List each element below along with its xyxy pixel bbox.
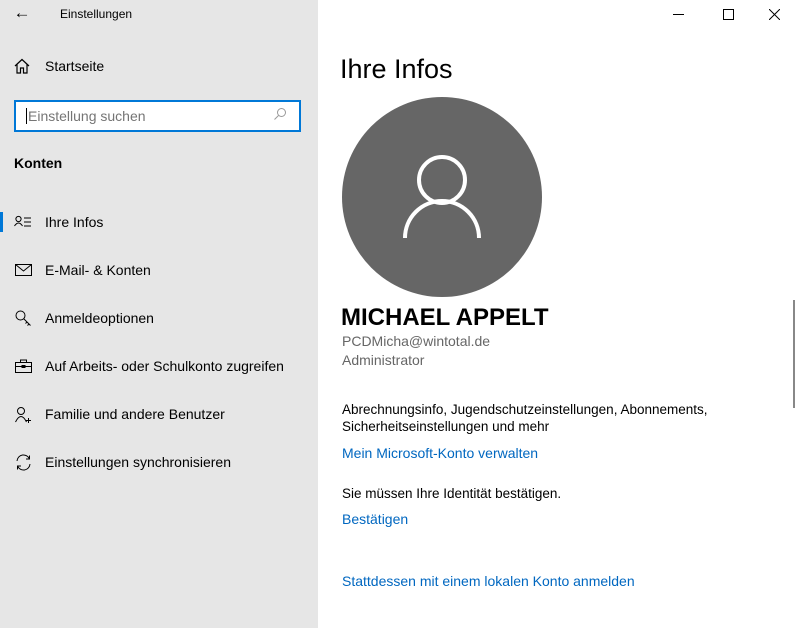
verify-link[interactable]: Bestätigen	[342, 511, 408, 527]
manage-account-link[interactable]: Mein Microsoft-Konto verwalten	[342, 445, 538, 461]
close-icon	[768, 8, 780, 20]
maximize-button[interactable]	[705, 0, 751, 28]
nav-label: Familie und andere Benutzer	[45, 406, 225, 422]
user-email: PCDMicha@wintotal.de	[342, 333, 491, 349]
verify-identity-text: Sie müssen Ihre Identität bestätigen.	[342, 486, 562, 501]
nav-item-email-konten[interactable]: E-Mail- & Konten	[0, 246, 318, 294]
user-name: MICHAEL APPELT	[341, 304, 549, 331]
nav-item-anmeldeoptionen[interactable]: Anmeldeoptionen	[0, 294, 318, 342]
search-input[interactable]	[26, 108, 273, 124]
main-content: Ihre Infos MICHAEL APPELT PCDMicha@winto…	[318, 0, 797, 628]
key-icon	[14, 309, 32, 327]
section-heading: Konten	[14, 155, 63, 171]
app-title: Einstellungen	[60, 7, 133, 21]
scrollbar[interactable]	[793, 300, 795, 408]
close-button[interactable]	[751, 0, 797, 28]
mail-icon	[14, 261, 32, 279]
minimize-button[interactable]	[655, 0, 701, 28]
sync-icon	[14, 453, 32, 471]
sidebar: ← Einstellungen Startseite Konten Ihre I…	[0, 0, 318, 628]
nav-label: Einstellungen synchronisieren	[45, 454, 231, 470]
nav-item-ihre-infos[interactable]: Ihre Infos	[0, 198, 318, 246]
contact-info-icon	[14, 213, 32, 231]
nav-label: Anmeldeoptionen	[45, 310, 154, 326]
home-label: Startseite	[45, 58, 105, 74]
maximize-icon	[722, 8, 734, 20]
nav-item-sync[interactable]: Einstellungen synchronisieren	[0, 438, 318, 486]
nav-label: Auf Arbeits- oder Schulkonto zugreifen	[45, 358, 284, 374]
person-icon	[403, 155, 481, 239]
minimize-icon	[672, 13, 684, 15]
nav-item-familie[interactable]: Familie und andere Benutzer	[0, 390, 318, 438]
page-title: Ihre Infos	[340, 54, 453, 84]
back-arrow-icon: ←	[13, 3, 31, 22]
avatar	[342, 97, 542, 297]
briefcase-icon	[14, 357, 32, 375]
add-person-icon	[14, 405, 32, 423]
local-account-link[interactable]: Stattdessen mit einem lokalen Konto anme…	[342, 573, 635, 589]
back-button[interactable]: ←	[10, 2, 34, 26]
home-link[interactable]: Startseite	[14, 58, 104, 74]
user-role: Administrator	[342, 352, 425, 368]
nav-label: E-Mail- & Konten	[45, 262, 151, 278]
nav-list: Ihre Infos E-Mail- & Konten Anmeldeoptio…	[0, 198, 318, 486]
home-icon	[14, 58, 30, 74]
nav-label: Ihre Infos	[45, 214, 104, 230]
search-box[interactable]	[14, 100, 301, 132]
search-icon[interactable]	[273, 107, 293, 126]
nav-item-arbeitskonto[interactable]: Auf Arbeits- oder Schulkonto zugreifen	[0, 342, 318, 390]
account-description: Abrechnungsinfo, Jugendschutzeinstellung…	[342, 402, 708, 434]
